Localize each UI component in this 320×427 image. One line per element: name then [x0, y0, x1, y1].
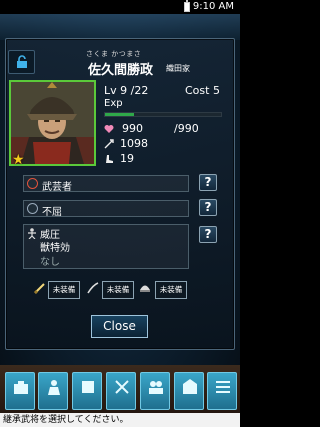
- nav-button-5[interactable]: [140, 372, 170, 410]
- exp-label: Exp: [104, 98, 123, 109]
- clan-name: 織田家: [166, 64, 190, 73]
- ability-help-button[interactable]: ?: [199, 226, 217, 243]
- equip-slot-1[interactable]: 未装備: [48, 281, 80, 299]
- figure-icon: [28, 228, 36, 239]
- unlock-icon: [17, 55, 27, 68]
- battery-icon: [184, 0, 190, 12]
- warrior-icon: [48, 380, 60, 395]
- ability-box[interactable]: 威圧 獣特効 なし: [23, 224, 189, 269]
- skill-row-1[interactable]: 武芸者: [23, 175, 189, 193]
- rarity-star-icon: ★: [12, 152, 25, 168]
- attack-value: 1098: [120, 137, 148, 150]
- helmet-icon: [140, 285, 150, 292]
- skill-label: 武芸者: [42, 182, 72, 193]
- nav-button-2[interactable]: [38, 372, 68, 410]
- hp-max-value: /990: [174, 122, 199, 135]
- battle-icon: [115, 380, 129, 394]
- boot-speed-icon: [106, 155, 113, 163]
- menu-icon: [216, 381, 230, 393]
- nav-button-7[interactable]: [207, 372, 237, 410]
- skill-help-button-2[interactable]: ?: [199, 199, 217, 216]
- top-banner: [0, 14, 240, 40]
- lock-toggle-button[interactable]: [8, 50, 35, 74]
- sword-icon: [33, 283, 45, 295]
- hint-message: 継承武将を選択してください。: [0, 413, 240, 427]
- speed-value: 19: [120, 152, 134, 165]
- exp-bar: [104, 112, 222, 117]
- heart-icon: [104, 125, 114, 133]
- cost-label: Cost 5: [185, 84, 220, 97]
- nav-button-6[interactable]: [174, 372, 204, 410]
- sword-attack-icon: [104, 139, 114, 149]
- ability-note: なし: [40, 257, 60, 268]
- scroll-icon: [82, 381, 94, 393]
- exp-bar-fill: [105, 113, 134, 116]
- red-star-icon: [27, 178, 38, 189]
- blade-icon: [87, 282, 99, 294]
- group-icon: [149, 381, 163, 394]
- nav-button-4[interactable]: [106, 372, 136, 410]
- nav-button-3[interactable]: [72, 372, 102, 410]
- status-bar: 9:10 AM: [0, 0, 240, 14]
- level-label: Lv 9 /22: [104, 84, 149, 97]
- general-name: 佐久間勝政: [88, 63, 154, 78]
- star-badge-icon: [27, 203, 38, 214]
- hp-value: 990: [122, 122, 143, 135]
- status-clock: 9:10 AM: [192, 1, 234, 12]
- name-furigana: さくま かつまさ: [86, 50, 142, 58]
- ability-subtitle: 獣特効: [40, 243, 70, 254]
- shop-icon: [183, 379, 197, 394]
- equip-slot-3[interactable]: 未装備: [155, 281, 187, 299]
- nav-button-1[interactable]: [5, 372, 35, 410]
- equip-slot-2[interactable]: 未装備: [102, 281, 134, 299]
- skill-row-2[interactable]: 不屈: [23, 200, 189, 218]
- skill-label: 不屈: [42, 207, 62, 218]
- skill-help-button-1[interactable]: ?: [199, 174, 217, 191]
- close-button[interactable]: Close: [91, 315, 148, 338]
- castle-icon: [14, 381, 28, 394]
